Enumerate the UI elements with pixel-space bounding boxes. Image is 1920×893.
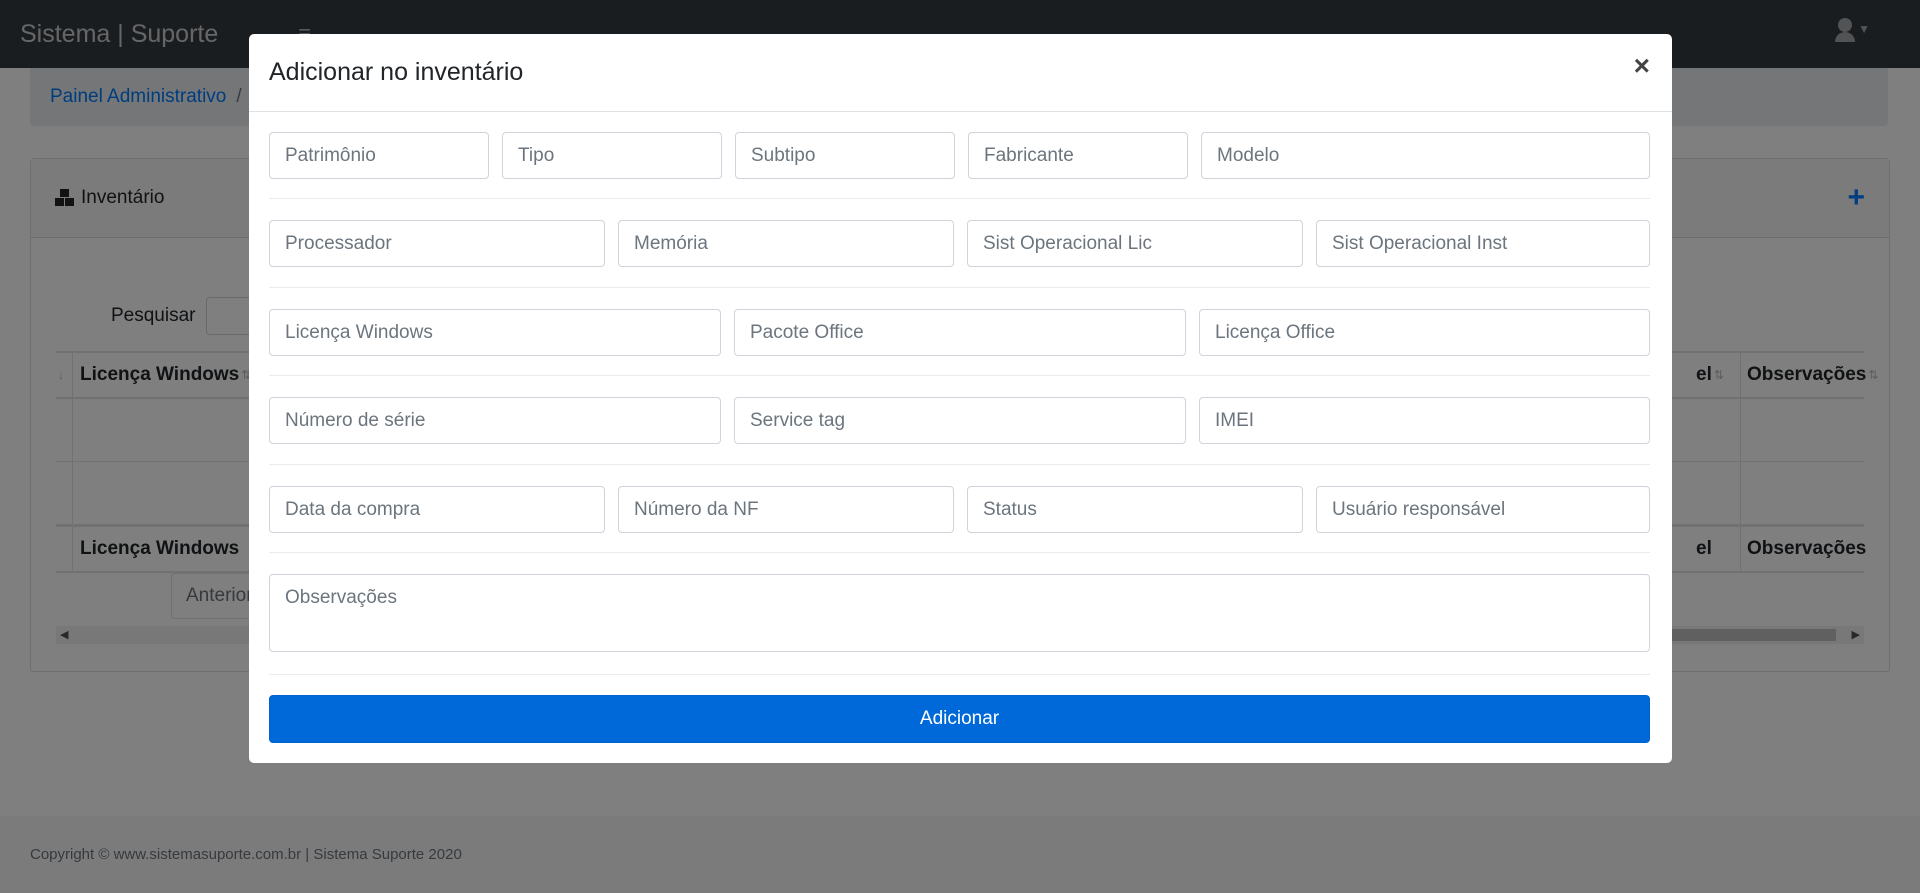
service-tag-input[interactable]: [734, 397, 1186, 444]
status-input[interactable]: [967, 486, 1303, 533]
form-row-3: [269, 309, 1650, 356]
patrimonio-input[interactable]: [269, 132, 489, 179]
subtipo-input[interactable]: [735, 132, 955, 179]
memoria-input[interactable]: [618, 220, 954, 267]
pacote-office-input[interactable]: [734, 309, 1186, 356]
data-da-compra-input[interactable]: [269, 486, 605, 533]
processador-input[interactable]: [269, 220, 605, 267]
licenca-office-input[interactable]: [1199, 309, 1650, 356]
numero-da-nf-input[interactable]: [618, 486, 954, 533]
usuario-responsavel-input[interactable]: [1316, 486, 1650, 533]
numero-de-serie-input[interactable]: [269, 397, 721, 444]
modal-title: Adicionar no inventário: [269, 58, 524, 86]
add-button[interactable]: Adicionar: [269, 695, 1650, 743]
observacoes-textarea[interactable]: [269, 574, 1650, 652]
fabricante-input[interactable]: [968, 132, 1188, 179]
modal-header: Adicionar no inventário ×: [249, 34, 1672, 112]
form-row-2: [269, 220, 1650, 267]
licenca-windows-input[interactable]: [269, 309, 721, 356]
tipo-input[interactable]: [502, 132, 722, 179]
close-icon[interactable]: ×: [1634, 52, 1650, 80]
sist-operacional-lic-input[interactable]: [967, 220, 1303, 267]
form-row-4: [269, 397, 1650, 444]
add-inventory-modal: Adicionar no inventário × Patrimônio Tip…: [249, 34, 1672, 763]
imei-input[interactable]: [1199, 397, 1650, 444]
form-row-5: [269, 486, 1650, 533]
sist-operacional-inst-input[interactable]: [1316, 220, 1650, 267]
form-row-1: [269, 132, 1650, 179]
modelo-input[interactable]: [1201, 132, 1650, 179]
